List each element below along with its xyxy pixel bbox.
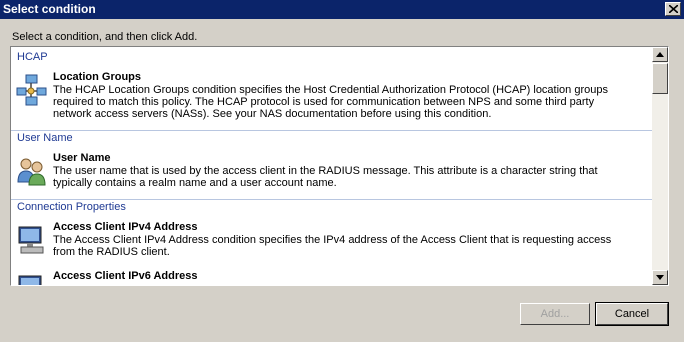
select-condition-dialog: Select condition Select a condition, and… xyxy=(0,0,684,342)
item-name: Access Client IPv6 Address xyxy=(53,270,198,282)
arrow-up-icon xyxy=(656,52,664,57)
title-bar[interactable]: Select condition xyxy=(0,0,684,19)
item-description: The Access Client IPv4 Address condition… xyxy=(53,234,612,258)
window-title: Select condition xyxy=(3,2,96,16)
scroll-thumb[interactable] xyxy=(652,63,668,94)
close-button[interactable] xyxy=(665,2,681,16)
group-header-label: User Name xyxy=(17,132,73,144)
cancel-button[interactable]: Cancel xyxy=(595,302,669,326)
close-icon xyxy=(669,5,678,13)
list-item-access-client-ipv4[interactable]: Access Client IPv4 Address The Access Cl… xyxy=(11,221,652,265)
list-item-user-name[interactable]: User Name The user name that is used by … xyxy=(11,152,652,194)
group-separator xyxy=(11,199,652,200)
users-icon xyxy=(15,154,49,188)
vertical-scrollbar[interactable] xyxy=(652,47,668,285)
computer-icon xyxy=(15,223,49,257)
list-item-location-groups[interactable]: Location Groups The HCAP Location Groups… xyxy=(11,71,652,125)
arrow-down-icon xyxy=(656,275,664,280)
group-header-label: Connection Properties xyxy=(17,201,126,213)
network-groups-icon xyxy=(15,73,49,107)
item-name: User Name xyxy=(53,152,111,164)
scroll-down-button[interactable] xyxy=(652,270,668,285)
instruction-text: Select a condition, and then click Add. xyxy=(12,31,198,43)
item-name: Access Client IPv4 Address xyxy=(53,221,198,233)
item-description: The user name that is used by the access… xyxy=(53,165,598,189)
group-separator xyxy=(11,130,652,131)
group-header-hcap: HCAP xyxy=(11,49,652,65)
computer-icon xyxy=(15,272,49,285)
group-header-label: HCAP xyxy=(17,51,48,63)
group-header-user-name: User Name xyxy=(11,130,652,146)
item-name: Location Groups xyxy=(53,71,141,83)
condition-list[interactable]: HCAP Location Groups The HCAP Location G… xyxy=(10,46,669,286)
list-item-access-client-ipv6[interactable]: Access Client IPv6 Address xyxy=(11,270,652,285)
condition-list-content: HCAP Location Groups The HCAP Location G… xyxy=(11,47,652,285)
add-button[interactable]: Add... xyxy=(520,303,590,325)
scroll-up-button[interactable] xyxy=(652,47,668,62)
item-description: The HCAP Location Groups condition speci… xyxy=(53,84,608,120)
group-header-connection-properties: Connection Properties xyxy=(11,199,652,215)
